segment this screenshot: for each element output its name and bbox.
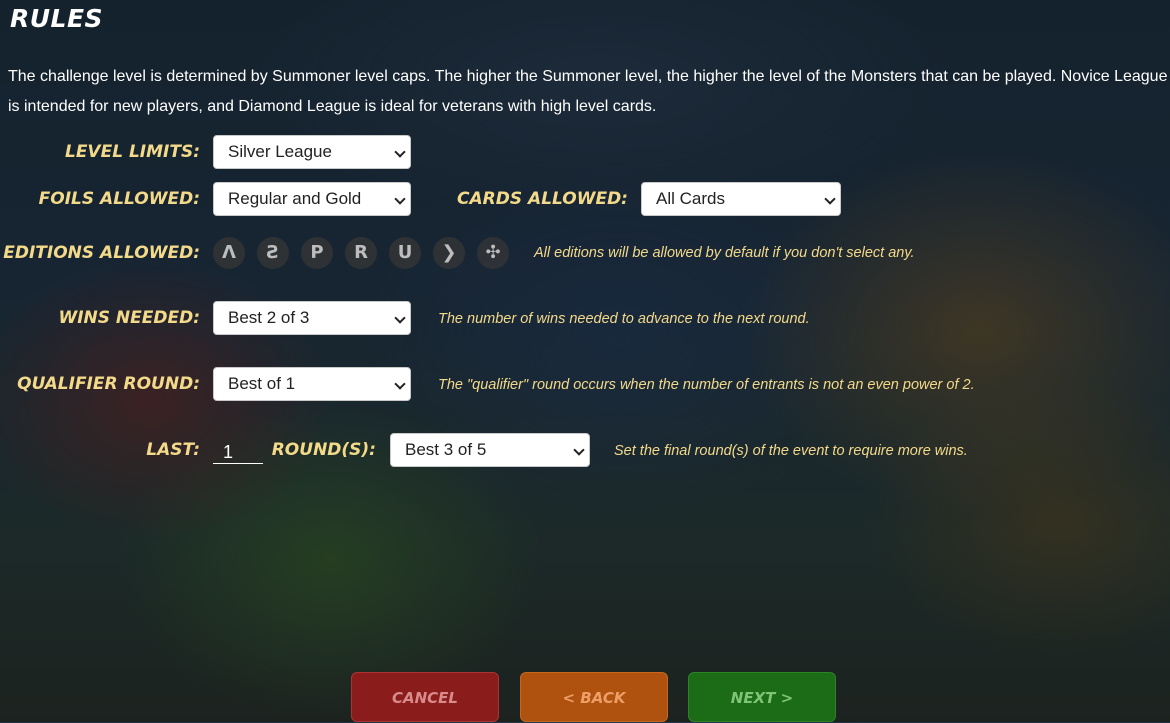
back-button[interactable]: < BACK	[520, 672, 668, 722]
foils-allowed-select[interactable]: Regular and Gold	[213, 182, 411, 216]
last-rounds-input[interactable]: 1	[213, 438, 263, 464]
rounds-label: ROUND(S):	[271, 440, 376, 460]
cards-allowed-select[interactable]: All Cards	[641, 182, 841, 216]
editions-allowed-label: EDITIONS ALLOWED:	[3, 243, 200, 263]
next-button[interactable]: NEXT >	[688, 672, 836, 722]
chevron-down-icon	[394, 378, 406, 390]
chevron-down-icon	[824, 193, 836, 205]
level-limits-value: Silver League	[228, 142, 332, 161]
qualifier-round-select[interactable]: Best of 1	[213, 367, 411, 401]
rules-description: The challenge level is determined by Sum…	[8, 68, 1168, 115]
edition-alpha-icon[interactable]: Λ	[213, 237, 245, 269]
final-rounds-value: Best 3 of 5	[405, 440, 487, 459]
wins-needed-label: WINS NEEDED:	[58, 308, 200, 328]
foils-allowed-label: FOILS ALLOWED:	[38, 189, 200, 209]
wins-needed-hint: The number of wins needed to advance to …	[438, 311, 810, 327]
chevron-down-icon	[573, 444, 585, 456]
cards-allowed-label: CARDS ALLOWED:	[457, 189, 628, 209]
final-rounds-select[interactable]: Best 3 of 5	[390, 433, 590, 467]
last-label: LAST:	[146, 440, 200, 460]
chevron-down-icon	[394, 146, 406, 158]
edition-untamed-icon[interactable]: U	[389, 237, 421, 269]
edition-promo-icon[interactable]: Ρ	[301, 237, 333, 269]
edition-beta-icon[interactable]: Ƨ	[257, 237, 289, 269]
chevron-down-icon	[394, 193, 406, 205]
wins-needed-value: Best 2 of 3	[228, 308, 310, 327]
qualifier-round-value: Best of 1	[228, 374, 296, 393]
page-title: RULES	[10, 4, 104, 33]
qualifier-round-hint: The "qualifier" round occurs when the nu…	[438, 377, 975, 393]
cancel-button[interactable]: CANCEL	[351, 672, 499, 722]
edition-reward-icon[interactable]: R	[345, 237, 377, 269]
chevron-down-icon	[394, 312, 406, 324]
level-limits-select[interactable]: Silver League	[213, 135, 411, 169]
edition-chaos-icon[interactable]: ✣	[477, 237, 509, 269]
editions-hint: All editions will be allowed by default …	[534, 245, 915, 261]
level-limits-label: LEVEL LIMITS:	[64, 142, 200, 162]
cards-allowed-value: All Cards	[656, 189, 725, 208]
qualifier-round-label: QUALIFIER ROUND:	[17, 374, 200, 394]
wins-needed-select[interactable]: Best 2 of 3	[213, 301, 411, 335]
final-rounds-hint: Set the final round(s) of the event to r…	[614, 443, 968, 459]
editions-list: Λ Ƨ Ρ R U ❯ ✣	[213, 237, 509, 269]
foils-allowed-value: Regular and Gold	[228, 189, 362, 208]
edition-dice-icon[interactable]: ❯	[433, 237, 465, 269]
